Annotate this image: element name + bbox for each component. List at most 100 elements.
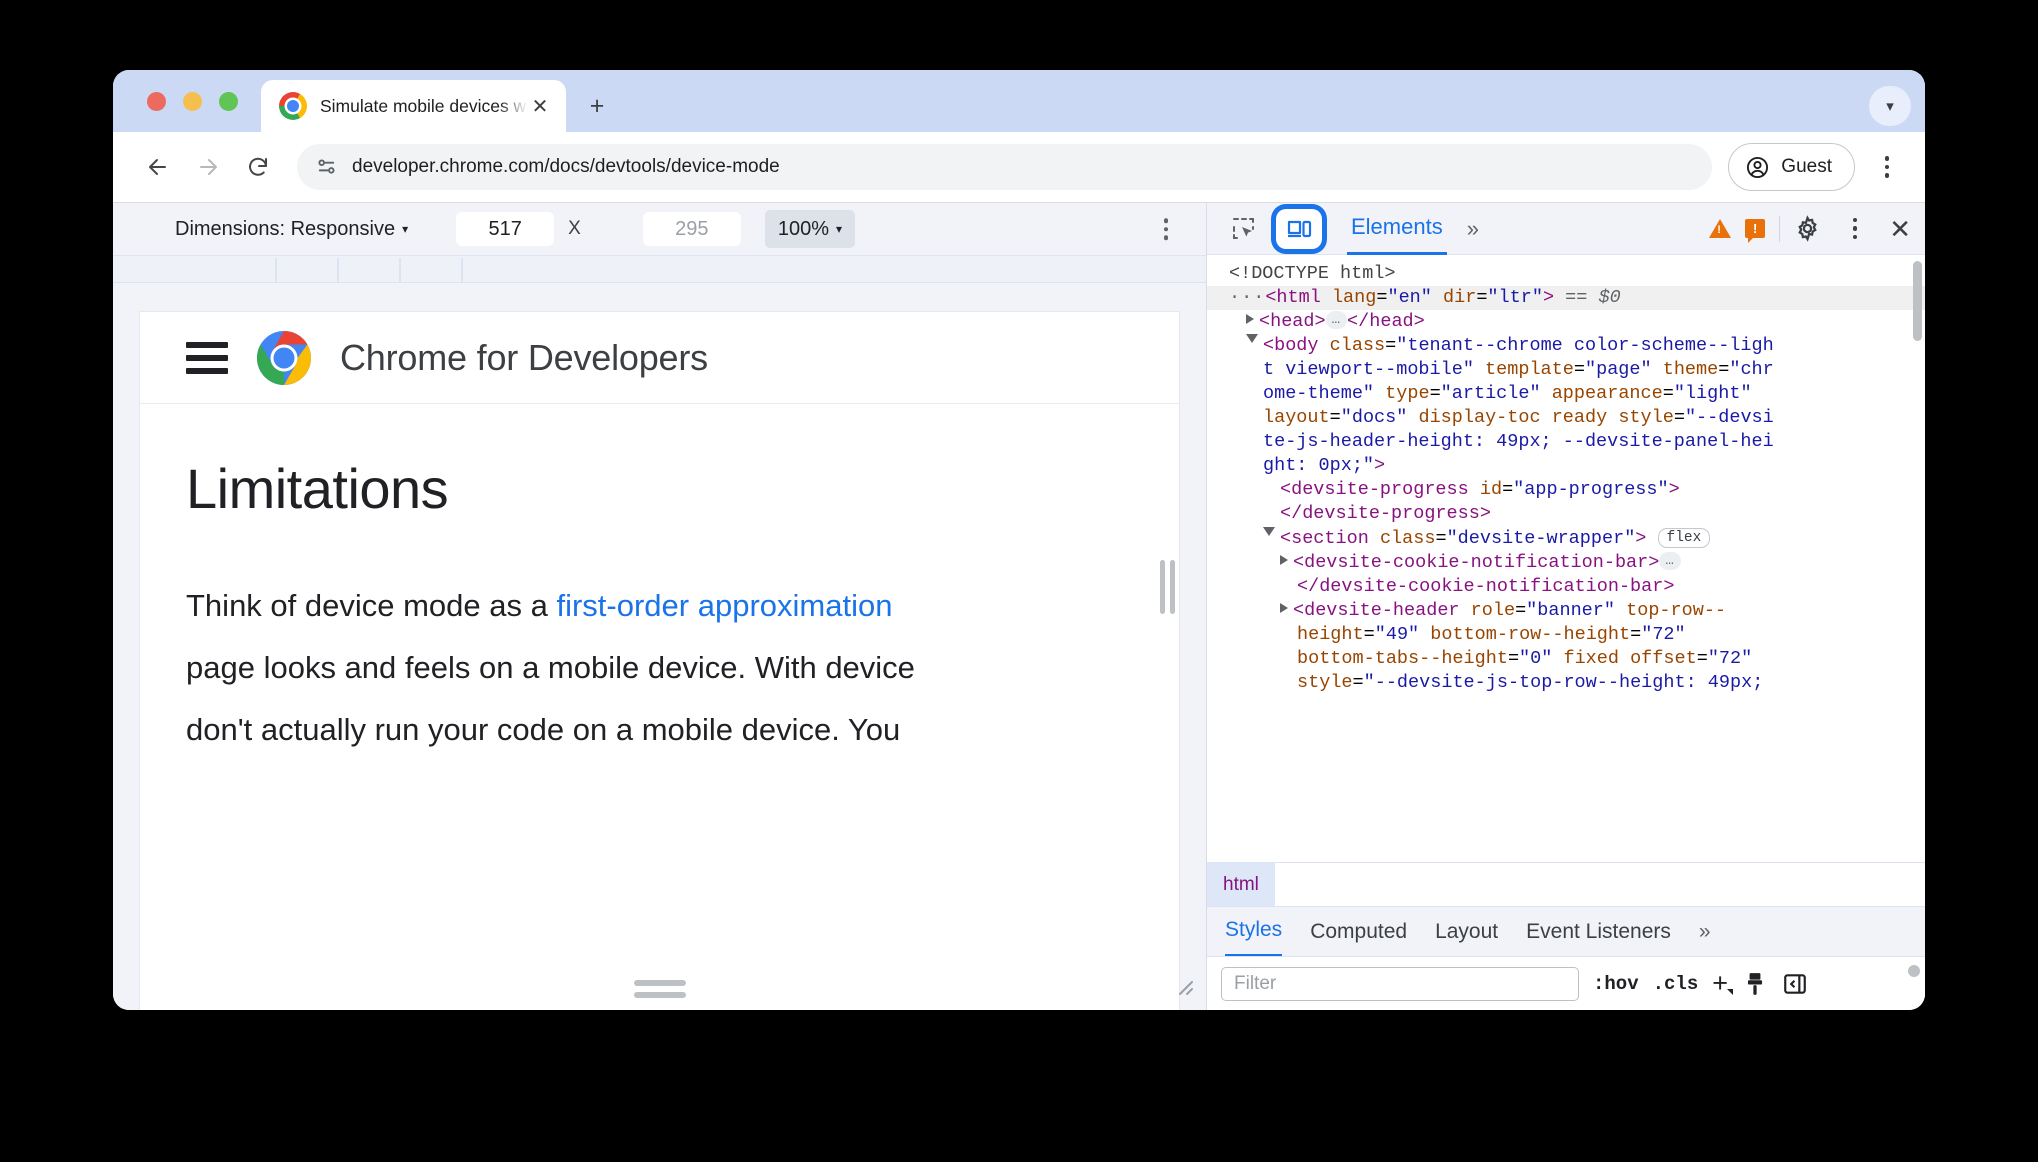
- close-devtools-icon[interactable]: ✕: [1889, 216, 1911, 242]
- tab-computed[interactable]: Computed: [1310, 907, 1407, 957]
- maximize-window-button[interactable]: [219, 92, 238, 111]
- dom-tree-line[interactable]: layout="docs" display-toc ready style="-…: [1207, 406, 1925, 430]
- device-mode-more-options-icon[interactable]: [1163, 218, 1168, 240]
- styles-more-tabs-icon[interactable]: »: [1699, 907, 1711, 957]
- viewport-ruler[interactable]: [113, 255, 1206, 283]
- viewport-height-input[interactable]: 295: [642, 212, 741, 246]
- document-body: Limitations Think of device mode as a fi…: [140, 404, 1179, 759]
- dom-tree-line[interactable]: height="49" bottom-row--height="72": [1207, 623, 1925, 647]
- browser-tab[interactable]: Simulate mobile devices with ✕: [261, 80, 566, 132]
- settings-gear-icon[interactable]: [1794, 215, 1821, 242]
- site-title: Chrome for Developers: [340, 336, 708, 378]
- viewport-resize-handle-bottom[interactable]: [633, 980, 686, 998]
- browser-more-options-icon[interactable]: [1867, 145, 1907, 189]
- zoom-dropdown[interactable]: 100% ▾: [764, 210, 856, 248]
- minimize-window-button[interactable]: [183, 92, 202, 111]
- dom-tree-line[interactable]: ome-theme" type="article" appearance="li…: [1207, 382, 1925, 406]
- viewport-width-input[interactable]: 517: [456, 212, 555, 246]
- dom-tree-line[interactable]: style="--devsite-js-top-row--height: 49p…: [1207, 671, 1925, 695]
- dimensions-dropdown[interactable]: Dimensions: Responsive ▾: [175, 218, 408, 241]
- new-tab-button[interactable]: +: [580, 89, 614, 123]
- expand-arrow-icon: [1280, 602, 1288, 613]
- collapse-arrow-icon: [1246, 334, 1258, 348]
- color-brush-icon[interactable]: [1742, 971, 1768, 997]
- window-traffic-lights: [147, 92, 238, 111]
- dom-tree-line[interactable]: <devsite-cookie-notification-bar>…: [1207, 551, 1925, 575]
- tab-strip: Simulate mobile devices with ✕ + ▾: [113, 70, 1925, 132]
- warning-indicator-icon[interactable]: [1709, 219, 1732, 238]
- dom-tree-line[interactable]: <devsite-header role="banner" top-row--: [1207, 599, 1925, 623]
- chevron-down-icon[interactable]: ▾: [1869, 86, 1911, 126]
- url-text: developer.chrome.com/docs/devtools/devic…: [352, 156, 780, 177]
- error-indicator-icon[interactable]: !: [1745, 219, 1766, 243]
- avatar-icon: [1747, 156, 1769, 178]
- expand-arrow-icon: [1280, 554, 1288, 565]
- chrome-logo-icon: [256, 330, 312, 386]
- first-order-approximation-link[interactable]: first-order approximation: [556, 588, 892, 623]
- dom-tree-line[interactable]: te-js-header-height: 49px; --devsite-pan…: [1207, 430, 1925, 454]
- close-window-button[interactable]: [147, 92, 166, 111]
- dom-tree-line[interactable]: bottom-tabs--height="0" fixed offset="72…: [1207, 647, 1925, 671]
- chevron-down-icon: ▾: [835, 222, 843, 236]
- device-mode-toolbar: Dimensions: Responsive ▾ 517 X 295 100% …: [113, 203, 1206, 255]
- chrome-logo-icon: [279, 92, 307, 120]
- dimensions-label: Dimensions: Responsive: [175, 217, 396, 240]
- dom-tree-line[interactable]: <head>… </head>: [1207, 310, 1925, 334]
- devtools-pane: Elements » ! ✕ <!DOCTYPE: [1206, 202, 1925, 1010]
- tab-event-listeners[interactable]: Event Listeners: [1526, 907, 1671, 957]
- dom-tree-line[interactable]: <devsite-progress id="app-progress">: [1207, 478, 1925, 502]
- filter-input[interactable]: Filter: [1221, 966, 1579, 1001]
- dom-tree-line[interactable]: <!DOCTYPE html>: [1207, 262, 1925, 286]
- dom-tree-line[interactable]: </devsite-cookie-notification-bar>: [1207, 575, 1925, 599]
- styles-tab-bar: Styles Computed Layout Event Listeners »: [1207, 906, 1925, 957]
- site-settings-icon[interactable]: [315, 156, 338, 179]
- device-emulation-pane: Dimensions: Responsive ▾ 517 X 295 100% …: [113, 202, 1206, 1010]
- tab-elements[interactable]: Elements: [1347, 203, 1447, 255]
- breadcrumb-item-html[interactable]: html: [1207, 862, 1275, 907]
- back-icon[interactable]: [135, 144, 181, 190]
- new-style-rule-button[interactable]: +: [1712, 970, 1733, 997]
- tab-layout[interactable]: Layout: [1435, 907, 1498, 957]
- paragraph-line-1: Think of device mode as a first-order ap…: [186, 577, 1179, 635]
- forward-icon[interactable]: [185, 144, 231, 190]
- cls-toggle-button[interactable]: .cls: [1653, 973, 1699, 995]
- dom-tree-scrollbar[interactable]: [1913, 261, 1922, 341]
- viewport-area: Chrome for Developers Limitations Think …: [113, 283, 1206, 1010]
- inspect-element-icon[interactable]: [1221, 209, 1267, 249]
- zoom-value: 100%: [777, 217, 829, 240]
- devtools-more-tabs-icon[interactable]: »: [1467, 216, 1479, 242]
- expand-arrow-icon: [1246, 314, 1254, 325]
- guest-profile-button[interactable]: Guest: [1728, 143, 1855, 191]
- paragraph-line-2: page looks and feels on a mobile device.…: [186, 649, 915, 685]
- dom-tree-line[interactable]: <body class="tenant--chrome color-scheme…: [1207, 334, 1925, 358]
- toggle-sidebar-icon[interactable]: [1782, 971, 1808, 997]
- breadcrumb: html: [1207, 862, 1925, 907]
- tab-title: Simulate mobile devices with: [320, 95, 528, 116]
- menu-hamburger-icon[interactable]: [186, 341, 228, 374]
- hov-toggle-button[interactable]: :hov: [1593, 973, 1639, 995]
- dom-tree-line[interactable]: ···<html lang="en" dir="ltr"> == $0: [1207, 286, 1925, 311]
- styles-scrollbar[interactable]: [1908, 965, 1920, 977]
- devtools-header-actions: ! ✕: [1709, 207, 1911, 251]
- times-separator: X: [568, 218, 581, 239]
- dom-tree-line[interactable]: <section class="devsite-wrapper"> flex: [1207, 526, 1925, 551]
- main-split: Dimensions: Responsive ▾ 517 X 295 100% …: [113, 202, 1925, 1010]
- address-bar[interactable]: developer.chrome.com/docs/devtools/devic…: [297, 144, 1713, 190]
- browser-window: Simulate mobile devices with ✕ + ▾ devel…: [113, 70, 1925, 1010]
- styles-filter-row: Filter :hov .cls +: [1207, 956, 1925, 1010]
- guest-label: Guest: [1781, 156, 1832, 177]
- collapse-arrow-icon: [1263, 526, 1275, 541]
- devtools-more-options-icon[interactable]: [1835, 207, 1875, 251]
- dom-tree[interactable]: <!DOCTYPE html> ···<html lang="en" dir="l…: [1207, 255, 1925, 862]
- viewport-resize-handle-right[interactable]: [1160, 560, 1175, 614]
- page-heading: Limitations: [186, 457, 449, 520]
- devtools-header: Elements » ! ✕: [1207, 203, 1925, 255]
- tab-styles[interactable]: Styles: [1225, 907, 1283, 957]
- dom-tree-line[interactable]: t viewport--mobile" template="page" them…: [1207, 358, 1925, 382]
- device-toolbar-icon[interactable]: [1276, 208, 1322, 249]
- viewport-resize-corner-icon[interactable]: [1172, 974, 1194, 996]
- reload-icon[interactable]: [235, 144, 281, 190]
- dom-tree-line[interactable]: </devsite-progress>: [1207, 502, 1925, 526]
- dom-tree-line[interactable]: ght: 0px;">: [1207, 454, 1925, 478]
- close-tab-icon[interactable]: ✕: [528, 94, 552, 118]
